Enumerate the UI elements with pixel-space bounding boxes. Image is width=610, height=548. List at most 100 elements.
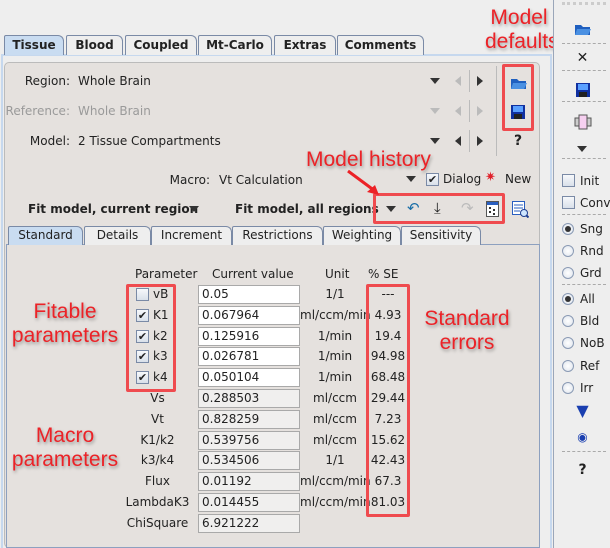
region-prev-icon[interactable] [455,76,461,86]
macro-value: 0.828259 [198,409,300,429]
subtab-details[interactable]: Details [84,226,151,245]
reference-next-icon[interactable] [477,106,483,116]
fit-all-regions-button[interactable]: Fit model, all regions [235,202,379,216]
macro-name: Flux [145,474,170,489]
reference-value[interactable]: Whole Brain [78,104,151,118]
parameter-value-input[interactable]: 0.067964 [198,305,300,325]
grd-label: Grd [580,266,602,280]
model-history-highlight [373,193,505,224]
macro-value: 0.014455 [198,493,300,512]
bld-radio[interactable] [562,315,574,328]
bld-label: Bld [580,314,600,329]
macro-dropdown-icon[interactable] [406,176,416,182]
sng-radio[interactable] [562,223,574,235]
nob-radio[interactable] [562,337,574,350]
tab-extras[interactable]: Extras [274,35,336,55]
toolbar-help-icon[interactable]: ? [554,462,610,478]
tab-coupled[interactable]: Coupled [125,35,197,55]
region-dropdown-icon[interactable] [430,78,440,84]
macro-name: LambdaK3 [125,495,190,509]
parameter-unit: 1/1 [325,287,345,301]
new-macro-button[interactable]: New [505,172,531,186]
dialog-label: Dialog [443,172,482,186]
open-icon[interactable] [574,21,592,37]
parameter-unit: 1/min [317,328,353,343]
tab-mt-carlo[interactable]: Mt-Carlo [198,35,272,55]
rnd-radio[interactable] [562,245,574,257]
subtab-weighting[interactable]: Weighting [323,226,401,245]
macro-name: k3/k4 [140,453,175,468]
subtab-sensitivity[interactable]: Sensitivity [401,226,481,245]
init-checkbox[interactable] [562,174,575,187]
parameter-unit: 1/min [317,370,353,385]
region-value[interactable]: Whole Brain [78,74,151,88]
reference-dropdown-icon[interactable] [430,108,440,114]
conv-label: Conv [580,196,610,210]
macro-row: Flux 0.01192 ml/ccm/min 67.3 [0,472,540,492]
subtab-standard[interactable]: Standard [8,226,83,245]
macro-name: ChiSquare [126,515,189,530]
model-defaults-annotation: Model defaults [485,6,559,53]
macro-value: 0.01192 [198,472,300,492]
macro-row: LambdaK3 0.014455 ml/ccm/min 81.03 [0,493,540,513]
se-highlight [366,284,410,517]
macro-name: K1/k2 [140,432,175,447]
rnd-label: Rnd [580,244,604,258]
macro-value[interactable]: Vt Calculation [219,173,303,187]
model-next-icon[interactable] [477,136,483,146]
tab-tissue[interactable]: Tissue [4,35,64,55]
save-toolbar-icon[interactable] [575,82,591,98]
close-icon[interactable]: ✕ [554,50,610,66]
view-details-icon[interactable] [512,201,529,218]
fit-current-region-button[interactable]: Fit model, current region [28,202,198,216]
irr-radio[interactable] [562,381,574,394]
model-label: Model: [29,134,70,148]
model-prev-icon[interactable] [455,136,461,146]
toolbar-dropdown-icon[interactable] [577,146,587,152]
model-dropdown-icon[interactable] [430,138,440,144]
arrow-annotation [347,169,379,195]
macro-value: 6.921222 [198,513,300,533]
fitable-annotation: Fitable parameters [11,300,119,347]
filter-icon[interactable]: ▼ [554,401,610,420]
macro-row: Vs 0.288503 ml/ccm 29.44 [0,389,540,409]
dialog-checkbox[interactable]: ✔ [426,173,439,186]
grd-radio[interactable] [562,267,574,279]
subtab-increment[interactable]: Increment [151,226,232,245]
tab-comments[interactable]: Comments [337,35,424,55]
model-value[interactable]: 2 Tissue Compartments [78,134,221,148]
ref-label: Ref [580,358,600,373]
target-icon[interactable]: ◉ [554,430,610,444]
conv-checkbox[interactable] [562,196,575,209]
parameter-value-input[interactable]: 0.125916 [198,326,300,346]
se-annotation: Standard errors [424,307,510,354]
macro-value: 0.539756 [198,430,300,450]
parameter-row: ✔ k4 0.050104 1/min 68.48 [0,368,540,388]
macro-unit: ml/ccm [313,391,357,405]
fit-current-dropdown-icon[interactable] [189,206,199,212]
print-icon[interactable] [574,113,592,131]
reference-prev-icon[interactable] [455,106,461,116]
macro-label: Macro: [169,173,210,187]
macro-unit: ml/ccm [313,411,357,426]
macro-unit: 1/1 [325,453,345,468]
help-icon[interactable]: ? [514,133,522,149]
model-defaults-highlight [502,64,534,131]
new-sparkle-icon[interactable]: ✷ [485,170,496,185]
macro-annotation: Macro parameters [11,424,119,471]
reference-label: Reference: [5,104,70,118]
macro-name: Vs [150,391,165,405]
parameter-value-input[interactable]: 0.026781 [198,347,300,367]
macro-value: 0.534506 [198,451,300,471]
region-label: Region: [24,74,70,88]
subtab-restrictions[interactable]: Restrictions [232,226,323,245]
parameter-unit: ml/ccm/min [300,307,371,322]
parameter-value-input[interactable]: 0.05 [198,285,300,304]
right-toolbar: ✕ Init Conv Sng Rnd Grd All Bld NoB Ref Irr ▼ ◉… [553,0,610,548]
tab-blood[interactable]: Blood [66,35,123,55]
ref-radio[interactable] [562,359,574,372]
region-next-icon[interactable] [477,76,483,86]
macro-unit: ml/ccm/min [300,474,371,489]
parameter-value-input[interactable]: 0.050104 [198,368,300,388]
all-radio[interactable] [562,293,574,305]
